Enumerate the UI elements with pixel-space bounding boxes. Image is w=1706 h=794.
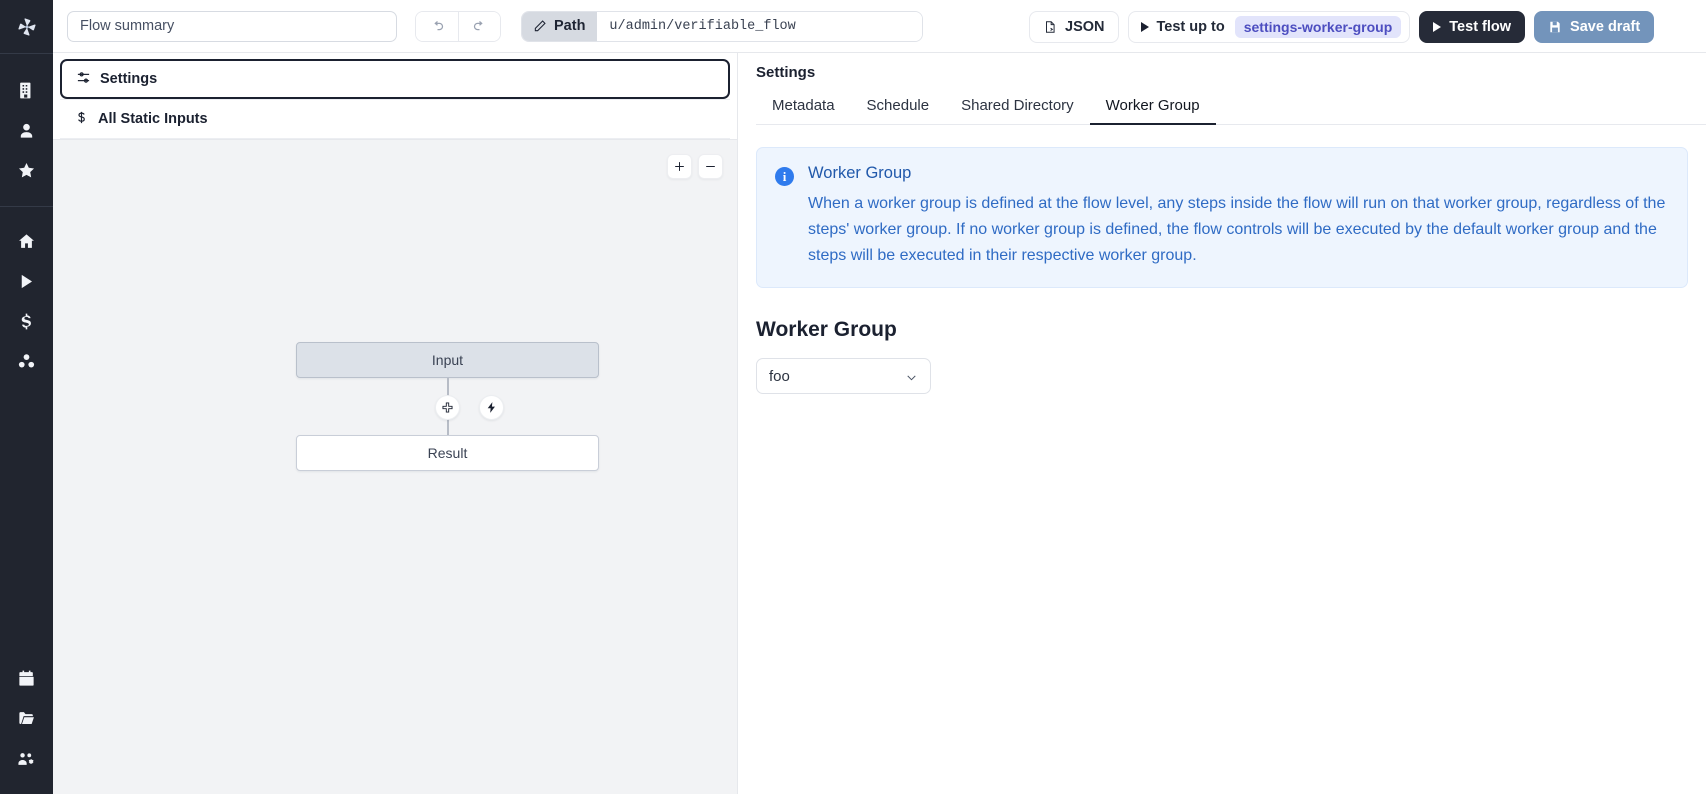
- tab-metadata[interactable]: Metadata: [756, 91, 851, 125]
- path-label-text: Path: [554, 18, 585, 34]
- users-settings-icon: [17, 749, 36, 768]
- settings-panel-header: Settings Metadata Schedule Shared Direct…: [738, 53, 1706, 125]
- dollar-icon: [74, 110, 89, 129]
- settings-panel-body: i Worker Group When a worker group is de…: [738, 125, 1706, 794]
- flow-node-result-label: Result: [428, 445, 468, 461]
- flow-summary-input[interactable]: [67, 11, 397, 42]
- undo-icon: [430, 19, 445, 34]
- tab-shared-directory[interactable]: Shared Directory: [945, 91, 1090, 125]
- star-icon: [17, 161, 36, 180]
- building-icon: [17, 81, 36, 100]
- sidebar-item-schedules[interactable]: [0, 658, 53, 698]
- flow-node-input[interactable]: Input: [296, 342, 599, 378]
- undo-redo-group: [415, 11, 501, 42]
- redo-icon: [472, 19, 487, 34]
- user-icon: [17, 121, 36, 140]
- main-area: Path JSON Test up to settings-worker-gro…: [53, 0, 1706, 794]
- sidebar-item-variables[interactable]: [0, 301, 53, 341]
- sliders-icon: [76, 70, 91, 89]
- tab-worker-group[interactable]: Worker Group: [1090, 91, 1216, 125]
- play-icon: [17, 272, 36, 291]
- zoom-in-button[interactable]: [667, 154, 692, 179]
- info-icon: i: [775, 167, 794, 186]
- sidebar-item-groups[interactable]: [0, 738, 53, 778]
- test-up-to-target-chip[interactable]: settings-worker-group: [1235, 16, 1402, 38]
- settings-row-label: Settings: [100, 71, 157, 87]
- toolbar-actions: JSON Test up to settings-worker-group Te…: [1029, 0, 1654, 53]
- calendar-icon: [17, 669, 36, 688]
- test-flow-button[interactable]: Test flow: [1419, 11, 1525, 43]
- play-triangle-icon: [1141, 22, 1149, 32]
- folder-icon: [17, 709, 36, 728]
- info-text: When a worker group is defined at the fl…: [808, 191, 1669, 269]
- sidebar-item-runs[interactable]: [0, 261, 53, 301]
- json-button-label: JSON: [1065, 19, 1105, 35]
- sidebar-item-favorites[interactable]: [0, 150, 53, 190]
- static-inputs-row-label: All Static Inputs: [98, 111, 208, 127]
- settings-row-button[interactable]: Settings: [60, 59, 730, 99]
- zoom-controls: [667, 154, 723, 179]
- dollar-icon: [17, 312, 36, 331]
- rail-group-main: [0, 207, 53, 381]
- page-title: Settings: [756, 64, 1706, 81]
- path-input[interactable]: [597, 12, 922, 41]
- save-draft-label: Save draft: [1570, 19, 1640, 35]
- rail-group-bottom: [0, 658, 53, 794]
- minus-icon: [704, 160, 717, 173]
- settings-tabs: Metadata Schedule Shared Directory Worke…: [756, 91, 1706, 125]
- flow-canvas[interactable]: Input Result: [53, 139, 737, 794]
- add-trigger-button[interactable]: [479, 395, 504, 420]
- pencil-icon: [533, 19, 547, 33]
- info-content: Worker Group When a worker group is defi…: [808, 164, 1669, 269]
- zoom-out-button[interactable]: [698, 154, 723, 179]
- plus-icon: [441, 401, 454, 414]
- sidebar-item-home[interactable]: [0, 221, 53, 261]
- json-file-icon: [1043, 20, 1057, 34]
- flow-node-input-label: Input: [432, 352, 463, 368]
- worker-group-selected-value: foo: [769, 368, 790, 385]
- bolt-icon: [485, 401, 498, 414]
- worker-group-section-title: Worker Group: [756, 318, 1706, 342]
- json-button[interactable]: JSON: [1029, 11, 1119, 43]
- left-nav-rail: [0, 0, 53, 794]
- test-up-to-label: Test up to: [1157, 19, 1225, 35]
- test-up-to-button[interactable]: Test up to settings-worker-group: [1128, 11, 1411, 43]
- home-icon: [17, 232, 36, 251]
- worker-group-select[interactable]: foo: [756, 358, 931, 394]
- test-flow-label: Test flow: [1449, 19, 1511, 35]
- flow-graph-column: Settings All Static Inputs: [53, 53, 738, 794]
- save-disk-icon: [1548, 20, 1562, 34]
- editor-body: Settings All Static Inputs: [53, 53, 1706, 794]
- sidebar-item-resources[interactable]: [0, 341, 53, 381]
- sidebar-item-account[interactable]: [0, 110, 53, 150]
- info-title: Worker Group: [808, 164, 1669, 183]
- play-triangle-icon: [1433, 22, 1441, 32]
- rail-group-workspace: [0, 54, 53, 190]
- undo-button[interactable]: [416, 12, 458, 41]
- settings-panel: Settings Metadata Schedule Shared Direct…: [738, 53, 1706, 794]
- top-toolbar: Path JSON Test up to settings-worker-gro…: [53, 0, 1706, 53]
- static-inputs-row-button[interactable]: All Static Inputs: [60, 99, 730, 139]
- flow-node-result[interactable]: Result: [296, 435, 599, 471]
- redo-button[interactable]: [458, 12, 500, 41]
- save-draft-button[interactable]: Save draft: [1534, 11, 1654, 43]
- plus-icon: [673, 160, 686, 173]
- path-edit-button[interactable]: Path: [522, 12, 597, 41]
- flow-editor-app: Path JSON Test up to settings-worker-gro…: [0, 0, 1706, 794]
- add-step-button[interactable]: [435, 395, 460, 420]
- sidebar-item-folders[interactable]: [0, 698, 53, 738]
- worker-group-select-wrap: foo: [756, 358, 931, 394]
- worker-group-info-box: i Worker Group When a worker group is de…: [756, 147, 1688, 288]
- tab-schedule[interactable]: Schedule: [851, 91, 946, 125]
- windmill-logo-icon[interactable]: [0, 0, 53, 53]
- sidebar-item-workspace[interactable]: [0, 70, 53, 110]
- path-field-group: Path: [521, 11, 923, 42]
- cubes-icon: [17, 352, 36, 371]
